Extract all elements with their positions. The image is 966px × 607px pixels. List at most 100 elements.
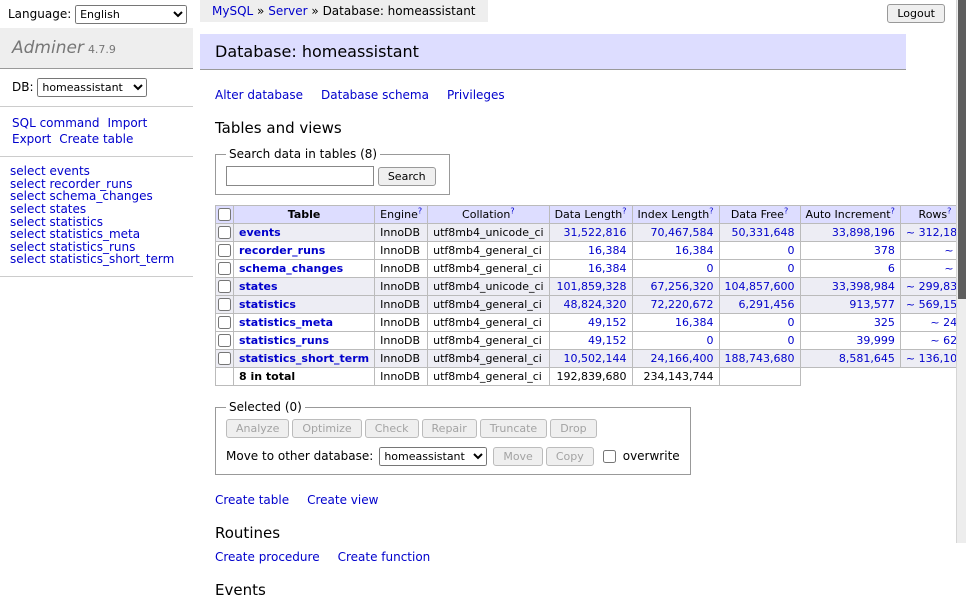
index-length-link[interactable]: 70,467,584 bbox=[651, 226, 714, 239]
db-action-link[interactable]: Privileges bbox=[447, 88, 505, 102]
data-free-link[interactable]: 188,743,680 bbox=[725, 352, 795, 365]
move-button[interactable]: Move bbox=[493, 447, 543, 466]
sidebar-action-link[interactable]: Create table bbox=[59, 132, 133, 146]
db-label: DB: bbox=[12, 80, 34, 94]
bulk-action-button[interactable]: Repair bbox=[422, 419, 477, 438]
auto-increment-link[interactable]: 33,398,984 bbox=[832, 280, 895, 293]
index-length-link[interactable]: 0 bbox=[707, 334, 714, 347]
row-checkbox[interactable] bbox=[218, 298, 231, 311]
bulk-action-button[interactable]: Optimize bbox=[292, 419, 361, 438]
table-name-cell: statistics_meta bbox=[234, 314, 375, 332]
routine-link[interactable]: Create procedure bbox=[215, 550, 320, 564]
column-header: Collation? bbox=[428, 206, 549, 224]
move-db-select[interactable]: homeassistant bbox=[379, 447, 487, 466]
column-help: ? bbox=[622, 206, 626, 215]
auto-increment-link[interactable]: 8,581,645 bbox=[839, 352, 895, 365]
data-free-link[interactable]: 0 bbox=[788, 316, 795, 329]
index-length-link[interactable]: 0 bbox=[707, 262, 714, 275]
table-name-link[interactable]: statistics_runs bbox=[239, 334, 329, 347]
data-length-link[interactable]: 49,152 bbox=[588, 316, 627, 329]
auto-increment-link[interactable]: 33,898,196 bbox=[832, 226, 895, 239]
sidebar-action-link[interactable]: Import bbox=[107, 116, 147, 130]
bulk-action-button[interactable]: Analyze bbox=[226, 419, 289, 438]
search-input[interactable] bbox=[226, 166, 374, 186]
overwrite-checkbox[interactable] bbox=[603, 450, 616, 463]
create-link[interactable]: Create table bbox=[215, 493, 289, 507]
data-length-link[interactable]: 101,859,328 bbox=[557, 280, 627, 293]
breadcrumb-link-server[interactable]: Server bbox=[268, 4, 307, 18]
data-length-link[interactable]: 48,824,320 bbox=[564, 298, 627, 311]
auto-increment-link[interactable]: 39,999 bbox=[856, 334, 895, 347]
auto-increment-link[interactable]: 913,577 bbox=[849, 298, 895, 311]
data-free-link[interactable]: 0 bbox=[788, 334, 795, 347]
db-select[interactable]: homeassistant bbox=[37, 78, 147, 97]
language-select[interactable]: English bbox=[75, 5, 187, 24]
app-version: 4.7.9 bbox=[88, 43, 116, 56]
column-header: Data Free? bbox=[719, 206, 800, 224]
table-name-link[interactable]: recorder_runs bbox=[239, 244, 325, 257]
table-name-link[interactable]: statistics_meta bbox=[239, 316, 333, 329]
auto-increment-link[interactable]: 325 bbox=[874, 316, 895, 329]
bulk-action-button[interactable]: Truncate bbox=[480, 419, 547, 438]
table-name-link[interactable]: events bbox=[239, 226, 281, 239]
column-help-link[interactable]: ? bbox=[418, 206, 422, 215]
total-engine: InnoDB bbox=[375, 368, 428, 386]
index-length-link[interactable]: 72,220,672 bbox=[651, 298, 714, 311]
data-length-link[interactable]: 49,152 bbox=[588, 334, 627, 347]
row-checkbox[interactable] bbox=[218, 352, 231, 365]
column-help-link[interactable]: ? bbox=[510, 206, 514, 215]
scrollbar-thumb[interactable] bbox=[958, 0, 966, 299]
create-link[interactable]: Create view bbox=[307, 493, 378, 507]
copy-button[interactable]: Copy bbox=[546, 447, 594, 466]
language-label: Language: bbox=[8, 7, 71, 21]
column-help-link[interactable]: ? bbox=[622, 206, 626, 215]
search-button[interactable]: Search bbox=[378, 167, 436, 186]
column-help-link[interactable]: ? bbox=[709, 206, 713, 215]
check-all-checkbox[interactable] bbox=[218, 208, 231, 221]
table-name-link[interactable]: states bbox=[239, 280, 278, 293]
sidebar-action-link[interactable]: Export bbox=[12, 132, 51, 146]
data-free-link[interactable]: 50,331,648 bbox=[732, 226, 795, 239]
index-length-link[interactable]: 16,384 bbox=[675, 316, 714, 329]
row-checkbox[interactable] bbox=[218, 262, 231, 275]
table-name-link[interactable]: schema_changes bbox=[239, 262, 343, 275]
db-action-link[interactable]: Alter database bbox=[215, 88, 303, 102]
row-checkbox[interactable] bbox=[218, 226, 231, 239]
data-free-link[interactable]: 0 bbox=[788, 262, 795, 275]
column-help-link[interactable]: ? bbox=[784, 206, 788, 215]
table-name-link[interactable]: statistics bbox=[239, 298, 296, 311]
sidebar-select-link[interactable]: select bbox=[10, 252, 46, 266]
breadcrumb-link-mysql[interactable]: MySQL bbox=[212, 4, 253, 18]
row-checkbox[interactable] bbox=[218, 334, 231, 347]
data-length-link[interactable]: 10,502,144 bbox=[564, 352, 627, 365]
db-action-link[interactable]: Database schema bbox=[321, 88, 429, 102]
data-free-link[interactable]: 0 bbox=[788, 244, 795, 257]
routine-link[interactable]: Create function bbox=[338, 550, 431, 564]
table-name-link[interactable]: statistics_short_term bbox=[239, 352, 369, 365]
column-help-link[interactable]: ? bbox=[891, 206, 895, 215]
logout-button[interactable]: Logout bbox=[887, 4, 945, 23]
row-checkbox[interactable] bbox=[218, 316, 231, 329]
column-help-link[interactable]: ? bbox=[947, 206, 951, 215]
scrollbar-track[interactable] bbox=[956, 0, 966, 543]
data-free-link[interactable]: 104,857,600 bbox=[725, 280, 795, 293]
engine-cell: InnoDB bbox=[375, 224, 428, 242]
row-checkbox[interactable] bbox=[218, 280, 231, 293]
sidebar-links-row1: SQL command Import bbox=[12, 116, 172, 132]
row-checkbox[interactable] bbox=[218, 244, 231, 257]
index-length-link[interactable]: 67,256,320 bbox=[651, 280, 714, 293]
bulk-action-button[interactable]: Check bbox=[365, 419, 419, 438]
index-length-link[interactable]: 24,166,400 bbox=[651, 352, 714, 365]
language-area: Language: English bbox=[8, 5, 187, 24]
auto-increment-link[interactable]: 6 bbox=[888, 262, 895, 275]
auto-increment-link[interactable]: 378 bbox=[874, 244, 895, 257]
data-length-link[interactable]: 16,384 bbox=[588, 262, 627, 275]
data-free-link[interactable]: 6,291,456 bbox=[739, 298, 795, 311]
sidebar-action-link[interactable]: SQL command bbox=[12, 116, 99, 130]
data-length-link[interactable]: 31,522,816 bbox=[564, 226, 627, 239]
sidebar-table-link[interactable]: statistics_short_term bbox=[49, 252, 174, 266]
index-length-cell: 16,384 bbox=[632, 242, 719, 260]
index-length-link[interactable]: 16,384 bbox=[675, 244, 714, 257]
bulk-action-button[interactable]: Drop bbox=[550, 419, 596, 438]
data-length-link[interactable]: 16,384 bbox=[588, 244, 627, 257]
